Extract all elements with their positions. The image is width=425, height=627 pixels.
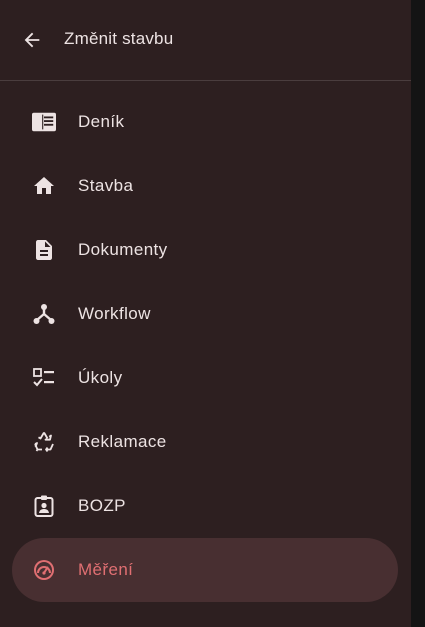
nav-label: Úkoly — [78, 368, 123, 387]
nav-label: Deník — [78, 112, 125, 131]
nav-label: Dokumenty — [78, 240, 168, 259]
nav-label: Měření — [78, 560, 134, 579]
nav-item-bozp[interactable]: BOZP — [12, 474, 398, 538]
nav-label: Stavba — [78, 176, 134, 195]
header-divider — [0, 80, 411, 81]
badge-icon — [32, 494, 56, 518]
speedometer-icon — [32, 558, 56, 582]
nav-item-reklamace[interactable]: Reklamace — [12, 410, 398, 474]
nav-item-mereni[interactable]: Měření — [12, 538, 398, 602]
nav-item-ukoly[interactable]: Úkoly — [12, 346, 398, 410]
change-building-title[interactable]: Změnit stavbu — [64, 29, 173, 49]
back-button[interactable] — [16, 24, 48, 56]
workflow-icon — [32, 302, 56, 326]
drawer-header: Změnit stavbu — [0, 0, 411, 80]
arrow-back-icon — [24, 32, 40, 48]
navigation-drawer: Změnit stavbu Deník Stavba Dokumenty Wor… — [0, 0, 411, 627]
checklist-icon — [32, 366, 56, 390]
nav-label: Workflow — [78, 304, 151, 323]
recycle-icon — [32, 430, 56, 454]
nav-item-dokumenty[interactable]: Dokumenty — [12, 218, 398, 282]
journal-icon — [32, 110, 56, 134]
scrim-overlay[interactable] — [411, 0, 425, 627]
document-icon — [32, 238, 56, 262]
nav-item-workflow[interactable]: Workflow — [12, 282, 398, 346]
nav-label: Reklamace — [78, 432, 167, 451]
nav-item-stavba[interactable]: Stavba — [12, 154, 398, 218]
nav-item-denik[interactable]: Deník — [12, 90, 398, 154]
nav-list: Deník Stavba Dokumenty Workflow Úkoly Re… — [12, 90, 398, 602]
nav-label: BOZP — [78, 496, 126, 515]
home-icon — [32, 174, 56, 198]
